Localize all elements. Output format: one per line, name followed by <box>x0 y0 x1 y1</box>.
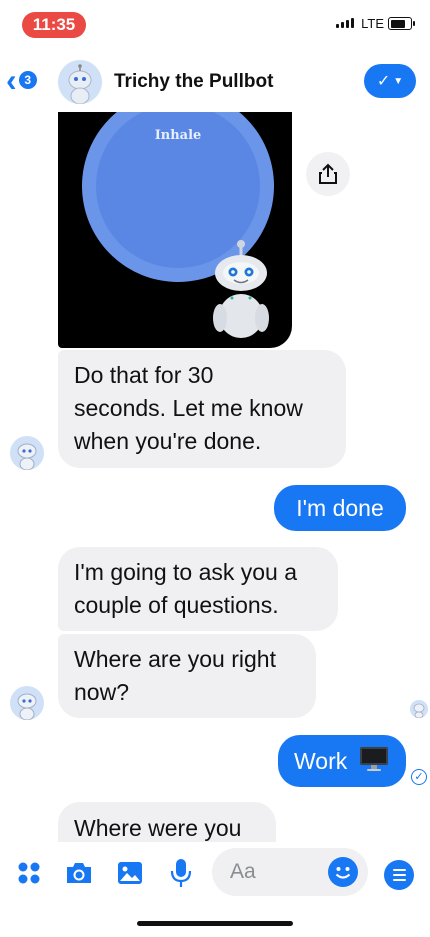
caret-down-icon: ▼ <box>393 75 404 87</box>
signal-icon <box>336 18 354 28</box>
gallery-button[interactable] <box>113 856 147 890</box>
microphone-icon <box>170 859 192 887</box>
input-placeholder: Aa <box>230 860 256 883</box>
message-line: Where are you right <box>74 646 276 672</box>
image-icon <box>118 862 142 884</box>
message-line: Where were you <box>74 815 242 841</box>
share-button[interactable] <box>306 152 350 196</box>
user-message[interactable]: Work <box>278 735 406 787</box>
breathing-label: Inhale <box>154 128 202 143</box>
camera-icon <box>67 863 91 883</box>
message-line: I'm going to ask you a <box>74 559 298 585</box>
bot-avatar[interactable] <box>58 60 102 104</box>
message-line: couple of questions. <box>74 592 279 618</box>
camera-button[interactable] <box>62 856 96 890</box>
bot-message[interactable]: Where are you right now? <box>58 634 316 718</box>
bot-message[interactable]: I'm going to ask you a couple of questio… <box>58 547 338 631</box>
message-text: I'm done <box>296 495 384 521</box>
more-actions-button[interactable] <box>12 856 46 890</box>
chat-title[interactable]: Trichy the Pullbot <box>114 71 273 93</box>
bot-message[interactable]: Where were you <box>58 802 276 842</box>
share-icon <box>319 163 337 184</box>
message-composer: Aa <box>0 842 430 902</box>
bot-avatar-small[interactable] <box>10 436 44 470</box>
status-time: 11:35 <box>22 12 86 38</box>
quick-reply-button[interactable]: ✓ ▼ <box>364 64 416 98</box>
chevron-left-icon: ‹ <box>6 62 17 98</box>
voice-button[interactable] <box>164 856 198 890</box>
four-dots-icon <box>18 862 40 884</box>
bot-avatar-small[interactable] <box>10 686 44 720</box>
smiley-icon <box>335 867 351 879</box>
delivered-check-icon: ✓ <box>411 769 427 785</box>
message-line: now? <box>74 679 129 705</box>
user-message[interactable]: I'm done <box>274 485 406 531</box>
home-indicator <box>137 921 293 926</box>
computer-icon <box>359 747 388 771</box>
message-text: Work <box>294 748 348 774</box>
message-input[interactable]: Aa <box>212 848 368 896</box>
menu-button[interactable] <box>384 860 414 890</box>
battery-icon <box>388 17 415 30</box>
message-line: seconds. Let me know <box>74 395 303 421</box>
bot-message[interactable]: Do that for 30 seconds. Let me know when… <box>58 350 346 468</box>
breathing-gif[interactable]: Inhale <box>58 112 292 348</box>
network-label: LTE <box>361 16 384 31</box>
seen-indicator-avatar <box>410 700 428 718</box>
unread-badge: 3 <box>18 71 37 89</box>
checkmark-icon: ✓ <box>376 73 391 90</box>
message-line: Do that for 30 <box>74 362 214 388</box>
emoji-button[interactable] <box>328 857 358 887</box>
status-bar: 11:35 LTE <box>0 0 430 44</box>
message-line: when you're done. <box>74 428 262 454</box>
chat-header: ‹ 3 Trichy the Pullbot ✓ ▼ <box>0 52 430 112</box>
robot-illustration <box>213 240 269 338</box>
back-button[interactable]: ‹ 3 <box>6 62 37 98</box>
